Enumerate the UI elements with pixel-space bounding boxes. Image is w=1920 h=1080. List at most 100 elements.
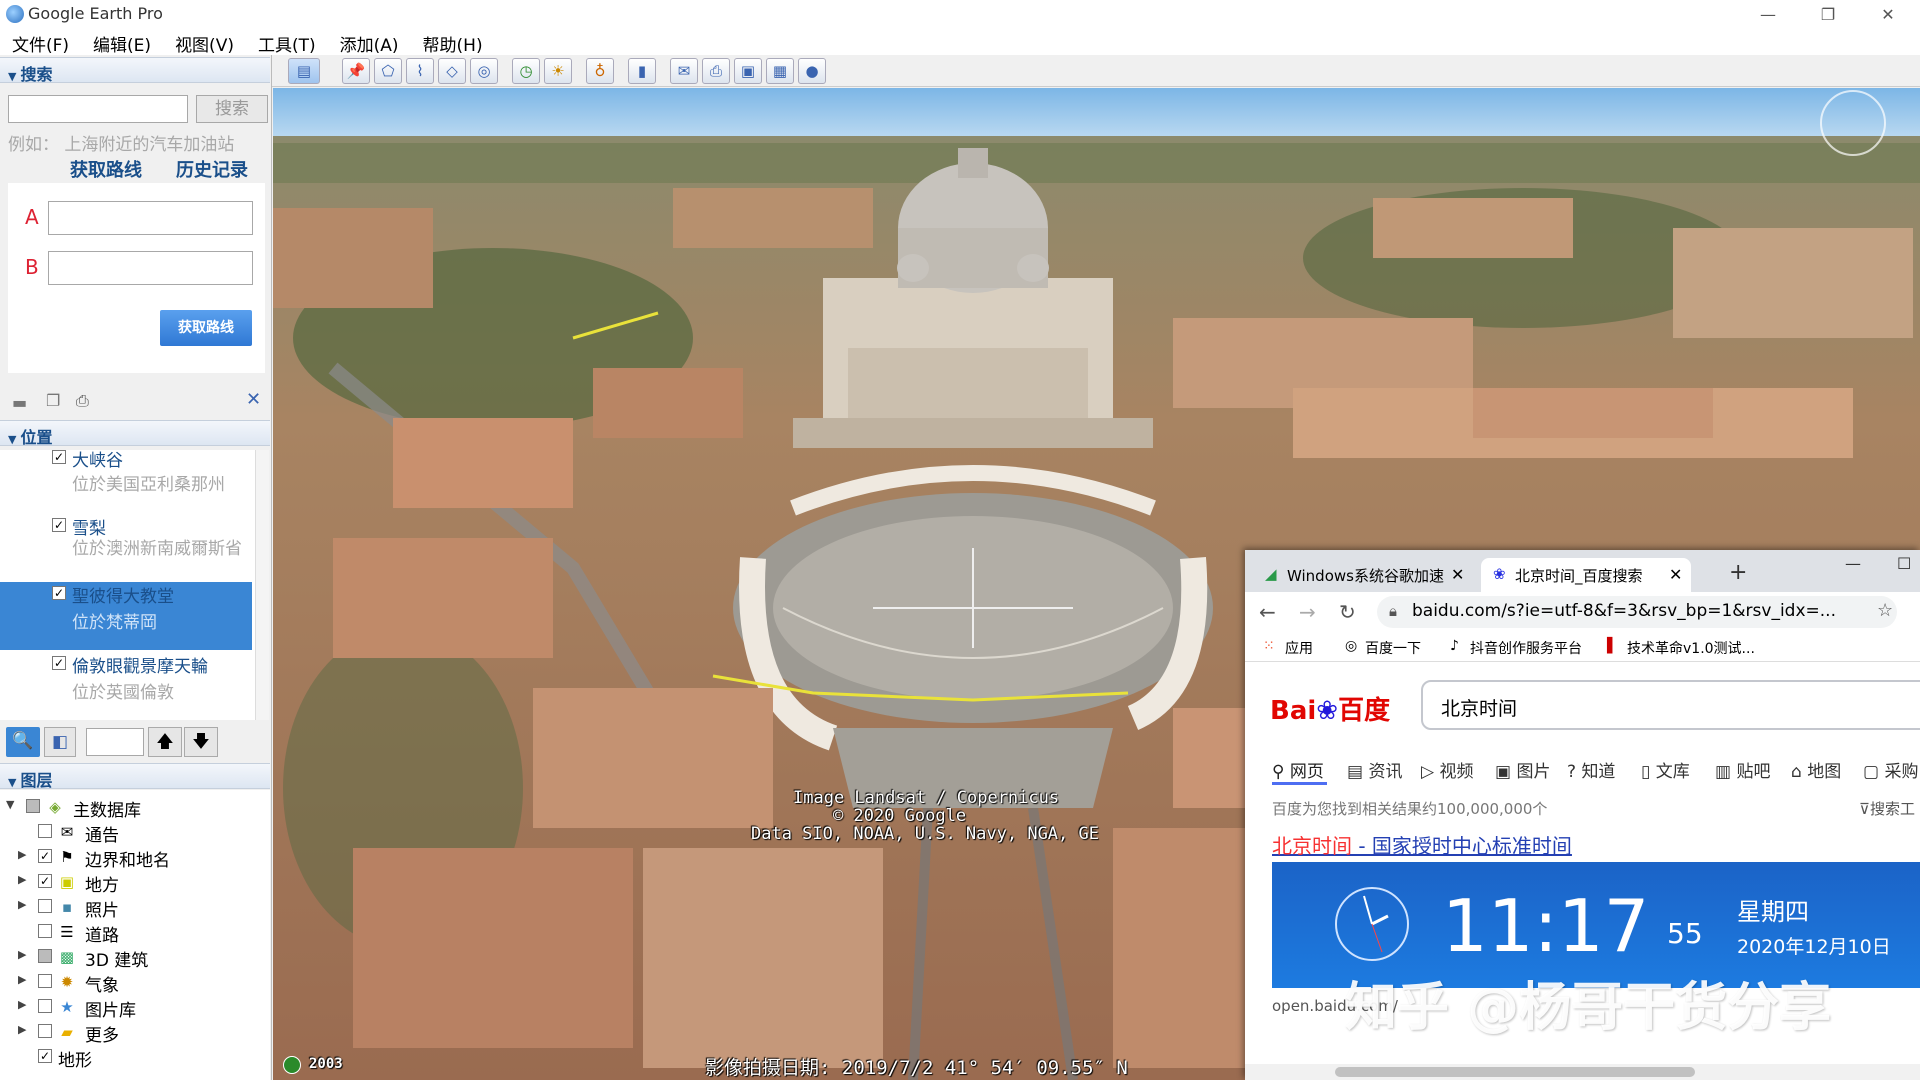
search-tab-map[interactable]: ⌂ 地图 — [1791, 757, 1841, 782]
place-item[interactable]: ✓ 大峡谷 位於美国亞利桑那州 — [0, 450, 252, 510]
bookmark-tech[interactable]: 技术革命v1.0测试... — [1627, 638, 1755, 658]
menu-edit[interactable]: 编辑(E) — [81, 29, 163, 56]
search-tab-wenku[interactable]: ▯ 文库 — [1641, 757, 1690, 782]
bookmark-star-icon[interactable]: ☆ — [1877, 600, 1893, 621]
horizontal-scrollbar[interactable] — [1245, 1064, 1920, 1080]
earth-icon[interactable]: ● — [798, 58, 826, 84]
layer-roads[interactable]: ☰ 道路 — [0, 920, 270, 946]
record-tour-icon[interactable]: ◎ — [470, 58, 498, 84]
email-icon[interactable]: ✉ — [670, 58, 698, 84]
restore-button[interactable]: ❐ — [1805, 0, 1851, 29]
print-icon[interactable]: ⎙ — [76, 391, 89, 411]
apps-grid-icon[interactable]: ⁙ — [1263, 638, 1275, 654]
place-checkbox[interactable]: ✓ — [52, 450, 66, 464]
place-item[interactable]: ✓ 倫敦眼觀景摩天輪 位於英國倫敦 — [0, 650, 252, 718]
back-icon[interactable]: ← — [1259, 600, 1276, 624]
layer-checkbox[interactable] — [38, 1024, 52, 1038]
search-button[interactable]: 搜索 — [196, 95, 268, 123]
layer-checkbox[interactable] — [38, 999, 52, 1013]
layer-notices[interactable]: ✉ 通告 — [0, 820, 270, 846]
layer-checkbox[interactable] — [38, 974, 52, 988]
add-path-icon[interactable]: ⌇ — [406, 58, 434, 84]
search-tab-shopping[interactable]: ▢ 采购 — [1863, 757, 1918, 782]
expand-icon[interactable]: ▶ — [18, 998, 26, 1011]
start-point-input[interactable] — [48, 201, 253, 235]
search-section-header[interactable]: ▼ 搜索 — [0, 57, 270, 84]
search-tools-button[interactable]: ⊽搜索工 — [1859, 798, 1915, 819]
expand-icon[interactable]: ▶ — [18, 848, 26, 861]
bookmark-douyin[interactable]: 抖音创作服务平台 — [1470, 638, 1582, 658]
layer-checkbox[interactable] — [38, 824, 52, 838]
layer-weather[interactable]: ▶ ✹ 气象 — [0, 970, 270, 996]
scrollbar-thumb[interactable] — [1335, 1067, 1695, 1077]
menu-help[interactable]: 帮助(H) — [411, 29, 495, 56]
places-section-header[interactable]: ▼ 位置 — [0, 420, 270, 447]
search-tab-images[interactable]: ▣ 图片 — [1495, 757, 1550, 782]
history-link[interactable]: 历史记录 — [176, 156, 248, 182]
layer-checkbox[interactable]: ✓ — [38, 1049, 52, 1063]
browser-tab-1[interactable]: ◢ Windows系统谷歌加速 ✕ — [1253, 558, 1473, 592]
panel-toggle-icon[interactable]: ◧ — [44, 727, 76, 757]
copy-icon[interactable]: ❐ — [46, 391, 60, 410]
place-checkbox[interactable]: ✓ — [52, 518, 66, 532]
close-button[interactable]: ✕ — [1865, 0, 1911, 29]
search-tab-tieba[interactable]: ▥ 贴吧 — [1715, 757, 1770, 782]
layer-terrain[interactable]: ✓ 地形 — [0, 1045, 270, 1071]
layer-checkbox[interactable] — [26, 799, 40, 813]
browser-tab-2[interactable]: ❀ 北京时间_百度搜索 ✕ — [1481, 558, 1691, 592]
save-image-icon[interactable]: ▣ — [734, 58, 762, 84]
bookmark-apps[interactable]: 应用 — [1285, 638, 1313, 658]
menu-tools[interactable]: 工具(T) — [246, 29, 328, 56]
minimize-button[interactable]: — — [1745, 0, 1791, 29]
move-up-icon[interactable]: 🡅 — [148, 727, 182, 757]
forward-icon[interactable]: → — [1299, 600, 1316, 624]
historical-imagery-indicator-icon[interactable] — [283, 1056, 301, 1074]
print-toolbar-icon[interactable]: ⎙ — [702, 58, 730, 84]
planets-icon[interactable]: ♁ — [586, 58, 614, 84]
browser-maximize-icon[interactable]: ☐ — [1897, 554, 1911, 573]
search-places-icon[interactable]: 🔍 — [6, 727, 40, 757]
image-overlay-icon[interactable]: ◇ — [438, 58, 466, 84]
close-tab-icon[interactable]: ✕ — [1669, 565, 1682, 584]
place-checkbox[interactable]: ✓ — [52, 586, 66, 600]
bookmark-baidu[interactable]: 百度一下 — [1365, 638, 1421, 658]
places-scrollbar[interactable] — [255, 450, 269, 720]
expand-icon[interactable]: ▶ — [18, 1023, 26, 1036]
get-directions-link[interactable]: 获取路线 — [70, 156, 142, 182]
end-point-input[interactable] — [48, 251, 253, 285]
add-folder-icon[interactable]: ▬ — [12, 393, 27, 412]
places-filter-input[interactable] — [86, 728, 144, 756]
layer-gallery[interactable]: ▶ ★ 图片库 — [0, 995, 270, 1021]
expand-icon[interactable]: ▶ — [18, 948, 26, 961]
layer-checkbox[interactable]: ✓ — [38, 874, 52, 888]
expand-icon[interactable]: ▶ — [18, 898, 26, 911]
layer-primary-database[interactable]: ▼ ◈ 主数据库 — [0, 795, 258, 821]
close-panel-icon[interactable]: ✕ — [246, 389, 261, 410]
close-tab-icon[interactable]: ✕ — [1451, 565, 1464, 584]
place-item-selected[interactable]: ✓ 聖彼得大教堂 位於梵蒂岡 — [0, 582, 252, 650]
layer-photos[interactable]: ▶ ▪ 照片 — [0, 895, 270, 921]
ruler-icon[interactable]: ▮ — [628, 58, 656, 84]
layer-checkbox[interactable]: ✓ — [38, 849, 52, 863]
expand-icon[interactable]: ▶ — [18, 873, 26, 886]
historical-imagery-icon[interactable]: ◷ — [512, 58, 540, 84]
get-route-button[interactable]: 获取路线 — [160, 310, 252, 346]
layer-borders[interactable]: ▶ ✓ ⚑ 边界和地名 — [0, 845, 270, 871]
layer-checkbox[interactable] — [38, 949, 52, 963]
sunlight-icon[interactable]: ☀ — [544, 58, 572, 84]
search-input[interactable] — [8, 95, 188, 123]
place-item[interactable]: ✓ 雪梨 位於澳洲新南威爾斯省 — [0, 510, 252, 578]
menu-file[interactable]: 文件(F) — [0, 29, 81, 56]
expand-icon[interactable]: ▶ — [18, 973, 26, 986]
layer-places[interactable]: ▶ ✓ ▣ 地方 — [0, 870, 270, 896]
browser-minimize-icon[interactable]: — — [1845, 554, 1861, 573]
layer-3d-buildings[interactable]: ▶ ▩ 3D 建筑 — [0, 945, 270, 971]
add-polygon-icon[interactable]: ⬠ — [374, 58, 402, 84]
sidebar-toggle-icon[interactable]: ▤ — [288, 58, 320, 84]
place-checkbox[interactable]: ✓ — [52, 656, 66, 670]
result-title-link[interactable]: 北京时间 - 国家授时中心标准时间 — [1272, 830, 1572, 859]
menu-add[interactable]: 添加(A) — [328, 29, 411, 56]
reload-icon[interactable]: ↻ — [1339, 600, 1356, 624]
url-field[interactable]: 🔒︎ baidu.com/s?ie=utf-8&f=3&rsv_bp=1&rsv… — [1377, 596, 1897, 628]
search-tab-zhidao[interactable]: ? 知道 — [1567, 757, 1615, 782]
